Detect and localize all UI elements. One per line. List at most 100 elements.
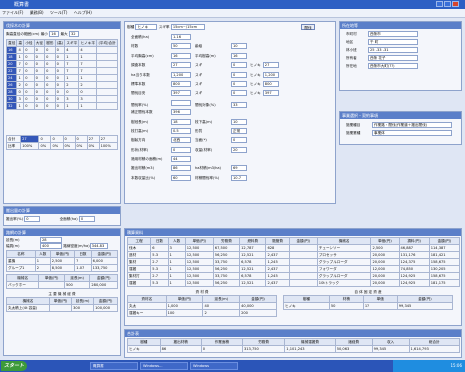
diameter-row[interactable]: 28 0 0 0 0 0 0 0 [5, 88, 118, 96]
cost-row[interactable]: 運搬 5.3 1 12,500 56,250 12,521 2,437 フォワーダ 12,000… [126, 265, 461, 273]
species-field-input[interactable]: 50 [171, 43, 191, 50]
species-field-input[interactable]: 北西 [171, 137, 191, 144]
close-button[interactable] [452, 1, 459, 7]
diameter-row-cell: 2 [16, 81, 25, 89]
species-field-input[interactable]: 0 [231, 80, 247, 87]
tree-species-select[interactable]: ヒノキ [135, 24, 158, 30]
diameter-row[interactable]: 24 1 0 0 0 0 1 1 [5, 74, 118, 82]
extraction-area-input[interactable]: 0 [78, 216, 95, 222]
cost-row[interactable]: 集材打 2.7 1 12,500 33,750 6,578 1,245 グラップルローダ 20,… [126, 272, 461, 280]
species-field-input[interactable]: 18 [171, 118, 191, 125]
road-row[interactable]: グループ1 2 8,500 1.07 133,750 [6, 264, 119, 272]
taskbar-item-2[interactable]: Windows... [140, 362, 188, 370]
species-field-input[interactable]: 0.5 [171, 127, 191, 134]
cost-row[interactable]: 集材 2.7 1 12,500 33,750 6,578 1,245 グラップルローダ 20,0… [126, 258, 461, 266]
species-field-input[interactable]: 0 [231, 137, 247, 144]
species-field-input[interactable]: 69 [231, 165, 247, 172]
cost-row[interactable]: 運搬 5.3 1 12,500 56,250 12,521 2,437 10tトラック 20,0… [126, 279, 461, 287]
minimize-button[interactable] [436, 1, 443, 7]
species-field-input[interactable]: 0 [231, 71, 247, 78]
species-field-input[interactable]: 10 [231, 43, 247, 50]
field-input[interactable]: 事業体 [372, 130, 452, 136]
field-input[interactable]: 西条市大町(??) [368, 63, 418, 69]
species-field-input[interactable]: 800 [262, 80, 279, 87]
species-field-input[interactable]: 0 [231, 90, 247, 97]
species-field-label: 枝打高(m) [131, 128, 149, 133]
species-field-input[interactable]: 27 [262, 62, 279, 69]
cost-row[interactable]: 造材 5.3 1 12,500 56,250 12,521 2,437 プロセッサ 20,000… [126, 251, 461, 259]
ratio-cell: 100% [20, 142, 40, 150]
taskbar-item-app[interactable]: 概算書 [90, 362, 138, 370]
maximize-button[interactable] [444, 1, 451, 7]
road-row[interactable]: 重機 1 2,500? 6,000 [6, 257, 119, 265]
material-row[interactable]: 丸太 1,000 40 40,000 [127, 302, 277, 310]
species-field-input[interactable]: 0 [171, 146, 191, 153]
species-field-input[interactable]: 10.7 [231, 174, 247, 181]
species-field-input[interactable]: 27 [171, 62, 191, 69]
species-field-input[interactable]: 1,200 [171, 71, 191, 78]
species-field-input[interactable]: 397 [262, 90, 279, 97]
species-field-input[interactable]: 86 [171, 165, 191, 172]
field-input[interactable]: 西条市 [368, 31, 418, 37]
cost-row-cell: 伐木 [126, 244, 152, 252]
species-field-input[interactable]: 10 [231, 118, 247, 125]
species-field-input[interactable]: 20 [231, 146, 247, 153]
species-field-input[interactable]: 1.16 [171, 34, 191, 40]
field-input[interactable]: 西条 花子 [368, 55, 418, 61]
density-label: 路線密度(m/ha) [63, 244, 90, 248]
max-diameter-input[interactable]: 32 [68, 31, 79, 37]
species-field-input[interactable]: 396 [171, 109, 191, 116]
diameter-row-cell: 0 [33, 67, 46, 75]
rate-input[interactable]: 15cm~/15cm [170, 24, 205, 30]
cost-row-cell: 1 [167, 251, 186, 259]
field-input[interactable]: 千 町 [368, 39, 418, 45]
range-label: 胸高直径の範囲(cm) [6, 32, 40, 36]
species-field-input[interactable]: 60 [171, 174, 191, 181]
width-input[interactable]: 400 [40, 243, 62, 249]
species-field-input[interactable]: 16 [231, 52, 247, 59]
species-field-input[interactable] [171, 99, 191, 106]
species-field-label: 平均樹高(m) [195, 53, 216, 58]
road-machine-table: 機械名 単価(円) 延長(m) 金額(円) バックホー 500 280,000 [5, 274, 118, 289]
thinning-button[interactable]: 間伐 [301, 24, 315, 30]
species-field-input[interactable]: 800 [171, 80, 191, 87]
diameter-row[interactable]: 30 3 0 0 0 0 3 3 [5, 95, 118, 103]
road-row-cell: 2 [34, 264, 51, 272]
field-input[interactable]: 25 -33 -31 [368, 47, 418, 53]
species-field-input[interactable]: 33 [231, 101, 247, 108]
menu-help[interactable]: ヘルプ(H) [74, 10, 92, 16]
main-machine-row[interactable]: 丸太積上(4t 容量) 300 100,000 [6, 304, 118, 312]
species-field-input[interactable]: 1,200 [262, 71, 279, 78]
taskbar-item-3[interactable]: Windows [190, 362, 238, 370]
menu-file[interactable]: ファイル(F) [2, 10, 23, 16]
species-field-input[interactable]: 397 [171, 90, 191, 97]
cost-row-cell: 2,437 [265, 279, 290, 287]
species-field-input[interactable]: 16 [171, 52, 191, 59]
diameter-row[interactable]: 26 2 0 0 0 0 2 2 [5, 81, 118, 89]
diameter-row[interactable]: 18 1 0 0 0 0 1 1 [5, 53, 118, 61]
min-diameter-input[interactable]: 16 [49, 31, 60, 37]
species-field-label: 材積間伐率(%) [195, 175, 220, 180]
asset-row[interactable]: ヒノキ 50 1? 99,345 [283, 302, 454, 310]
extraction-rate-label: 搬出率(%) [6, 217, 23, 221]
material-row[interactable]: 運搬キー 100 2 200 [127, 309, 277, 317]
cost-row[interactable]: 伐木 6 3 12,500 67,500 12,787 628 チェーンソー 2,500 46,8… [126, 244, 461, 252]
result-cell: 50,063 [334, 345, 373, 353]
species-field-input[interactable]: 正常 [231, 127, 247, 134]
menu-tools[interactable]: ツール(T) [50, 10, 68, 16]
diameter-row[interactable]: 32 1 0 0 0 0 1 1 [5, 102, 118, 110]
diameter-row[interactable]: 16 4 0 0 0 0 4 4 [5, 46, 118, 54]
species-field-input[interactable]: 44 [171, 156, 191, 163]
menu-business[interactable]: 業務(B) [30, 10, 44, 16]
species-field-input[interactable]: 0 [231, 62, 247, 69]
extraction-rate-input[interactable]: 0 [24, 216, 41, 222]
diameter-row[interactable]: 22 7 0 0 0 0 7 7 [5, 67, 118, 75]
diameter-row-cell: 0 [78, 88, 98, 96]
machine-row[interactable]: バックホー 500 280,000 [5, 281, 118, 289]
field-input[interactable]: 作業路・間伐(作業道＋搬出間伐) [372, 122, 452, 128]
road-col-header: 人数 [34, 250, 51, 258]
start-button[interactable]: スタート [1, 361, 27, 371]
cost-row-cell: 1,245 [265, 272, 290, 280]
density-input[interactable]: 344.83 [89, 243, 108, 249]
diameter-row[interactable]: 20 7 0 0 0 0 7 7 [5, 60, 118, 68]
